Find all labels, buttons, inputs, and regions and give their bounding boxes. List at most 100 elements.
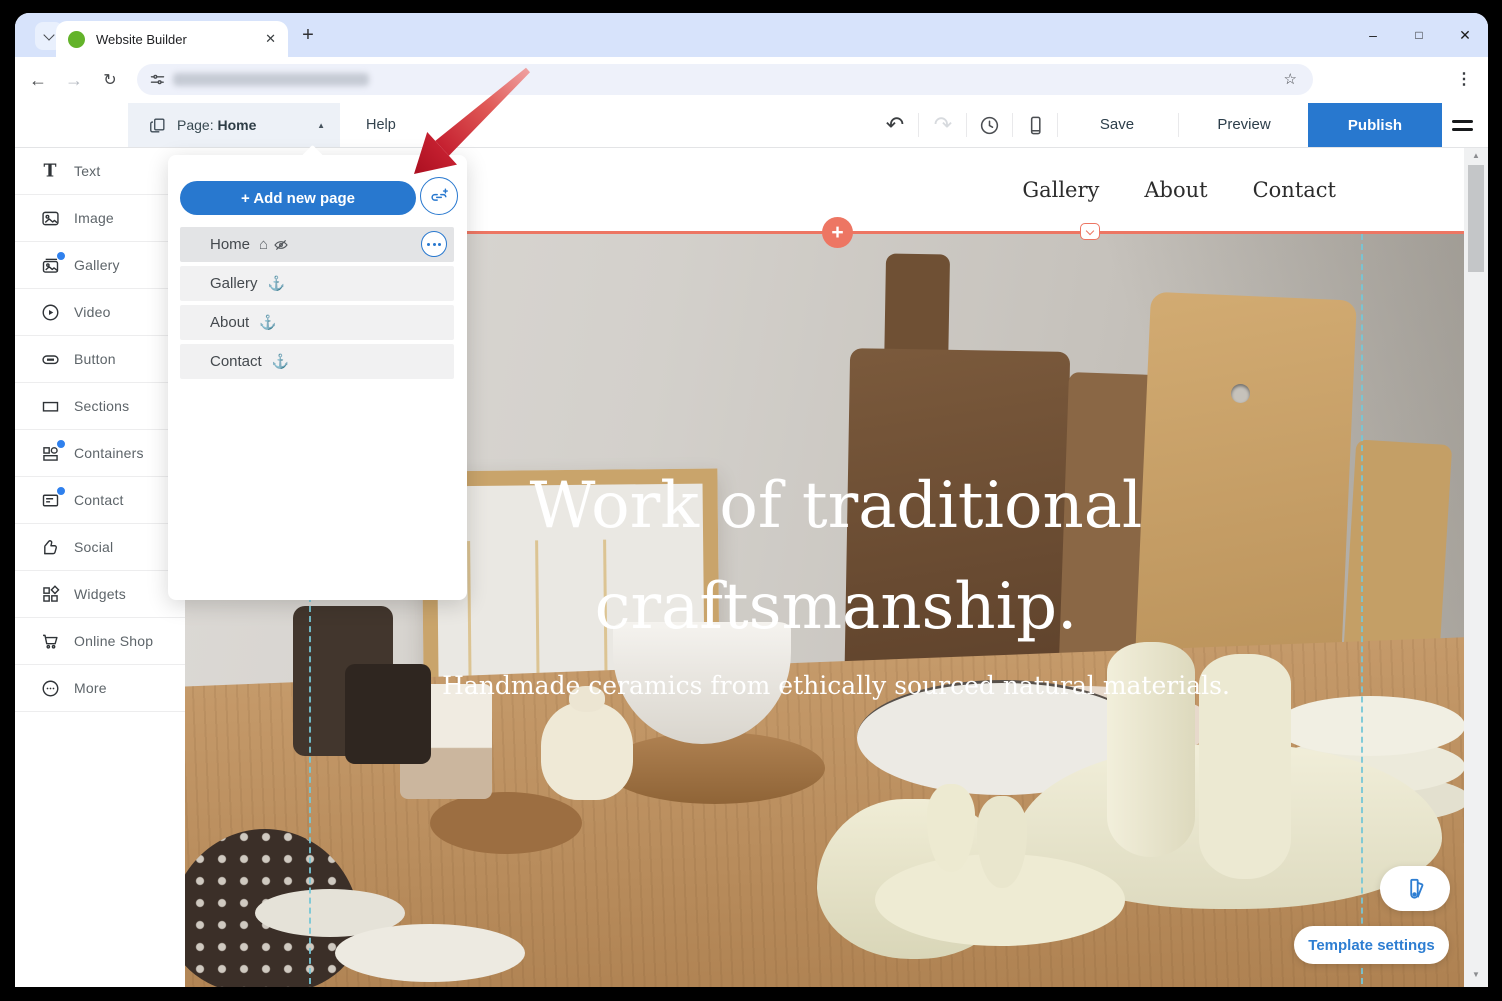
- video-icon: [39, 301, 61, 323]
- page-label: Page:: [177, 117, 217, 133]
- new-tab-button[interactable]: +: [296, 23, 320, 47]
- sidebar-item-sections[interactable]: Sections: [15, 383, 185, 430]
- chevron-down-icon: [43, 29, 54, 40]
- thumbs-up-icon: [39, 536, 61, 558]
- page-row-label: About: [210, 314, 249, 331]
- sidebar-item-widgets[interactable]: Widgets: [15, 571, 185, 618]
- text-icon: T: [39, 160, 61, 182]
- tab-title: Website Builder: [96, 32, 187, 47]
- page-row-home[interactable]: Home ⌂: [180, 227, 454, 262]
- minimize-button[interactable]: –: [1350, 13, 1396, 57]
- anchor-icon: ⚓: [268, 275, 285, 292]
- toolbar-divider: [1012, 113, 1013, 137]
- sidebar-item-label: Contact: [74, 492, 124, 508]
- add-new-page-button[interactable]: + Add new page: [180, 181, 416, 215]
- sidebar-item-text[interactable]: T Text: [15, 148, 185, 195]
- page-row-about[interactable]: About ⚓: [180, 305, 454, 340]
- sidebar-item-label: Gallery: [74, 257, 120, 273]
- close-button[interactable]: ✕: [1442, 13, 1488, 57]
- contact-form-icon: [39, 489, 61, 511]
- sidebar-item-containers[interactable]: Containers: [15, 430, 185, 477]
- undo-button[interactable]: ↶: [883, 103, 907, 147]
- page-row-label: Gallery: [210, 275, 258, 292]
- mobile-view-button[interactable]: [1023, 103, 1047, 147]
- browser-menu-icon[interactable]: ⋮: [1456, 69, 1472, 89]
- widgets-icon: [39, 583, 61, 605]
- home-page-icon: ⌂: [259, 236, 268, 253]
- add-link-button[interactable]: [420, 177, 458, 215]
- forward-button: →: [59, 57, 89, 103]
- gallery-icon: [39, 254, 61, 276]
- site-nav-about[interactable]: About: [1144, 178, 1207, 202]
- sidebar-item-button[interactable]: Button: [15, 336, 185, 383]
- sidebar-item-label: Image: [74, 210, 114, 226]
- browser-window: Website Builder ✕ + – □ ✕ ← → ↻ ☆: [15, 13, 1488, 987]
- hero-heading-line1[interactable]: Work of traditional: [309, 456, 1363, 557]
- preview-button[interactable]: Preview: [1195, 103, 1293, 147]
- notification-dot: [56, 251, 66, 261]
- add-section-button[interactable]: +: [822, 217, 853, 248]
- sidebar-item-label: More: [74, 680, 107, 696]
- tab-close-icon[interactable]: ✕: [265, 31, 276, 47]
- sidebar-item-label: Widgets: [74, 586, 126, 602]
- hero-heading-line2[interactable]: craftsmanship.: [309, 557, 1363, 658]
- browser-tab[interactable]: Website Builder ✕: [56, 21, 288, 57]
- sidebar-item-online-shop[interactable]: Online Shop: [15, 618, 185, 665]
- button-icon: [39, 348, 61, 370]
- hero-subheading[interactable]: Handmade ceramics from ethically sourced…: [309, 671, 1363, 700]
- canvas-scrollbar[interactable]: ▲ ▼: [1464, 147, 1488, 987]
- photo-shape: [430, 792, 582, 854]
- sidebar-item-more[interactable]: More: [15, 665, 185, 712]
- sidebar-item-video[interactable]: Video: [15, 289, 185, 336]
- site-nav: Gallery About Contact: [1022, 147, 1336, 233]
- caret-up-icon: ▲: [317, 121, 325, 130]
- page-row-label: Contact: [210, 353, 262, 370]
- site-nav-gallery[interactable]: Gallery: [1022, 178, 1099, 202]
- browser-tab-strip: Website Builder ✕ + – □ ✕: [15, 13, 1488, 57]
- window-controls: – □ ✕: [1350, 13, 1488, 57]
- palette-icon: [1402, 876, 1428, 902]
- builder-toolbar: Page: Home ▲ Help ↶ ↷ Save Previe: [15, 103, 1488, 148]
- template-settings-button[interactable]: Template settings: [1294, 926, 1449, 964]
- sidebar-item-social[interactable]: Social: [15, 524, 185, 571]
- save-button[interactable]: Save: [1077, 103, 1157, 147]
- style-palette-button[interactable]: [1380, 866, 1450, 911]
- site-settings-icon[interactable]: [149, 71, 166, 88]
- notification-dot: [56, 486, 66, 496]
- toolbar-divider: [1057, 113, 1058, 137]
- sidebar-item-image[interactable]: Image: [15, 195, 185, 242]
- site-nav-contact[interactable]: Contact: [1253, 178, 1336, 202]
- scrollbar-thumb[interactable]: [1468, 165, 1484, 272]
- section-collapse-button[interactable]: [1080, 223, 1100, 240]
- sidebar-item-gallery[interactable]: Gallery: [15, 242, 185, 289]
- more-icon: [39, 677, 61, 699]
- reload-button[interactable]: ↻: [95, 57, 125, 103]
- url-input[interactable]: ☆: [137, 64, 1313, 95]
- blurred-url-text: [173, 73, 369, 86]
- back-button[interactable]: ←: [23, 57, 53, 103]
- page-options-button[interactable]: [421, 231, 447, 257]
- sidebar-item-contact[interactable]: Contact: [15, 477, 185, 524]
- page-row-label: Home: [210, 236, 250, 253]
- scroll-down-icon[interactable]: ▼: [1464, 970, 1488, 979]
- publish-button[interactable]: Publish: [1308, 103, 1442, 147]
- redo-button: ↷: [931, 103, 955, 147]
- photo-shape: [335, 924, 525, 982]
- svg-text:T: T: [44, 162, 57, 182]
- scroll-up-icon[interactable]: ▲: [1464, 151, 1488, 160]
- history-button[interactable]: [977, 103, 1001, 147]
- screenshot-stage: Website Builder ✕ + – □ ✕ ← → ↻ ☆: [0, 0, 1502, 1001]
- current-page-name: Home: [217, 117, 256, 133]
- hero-text-block[interactable]: Work of traditional craftsmanship. Handm…: [309, 456, 1363, 700]
- page-row-gallery[interactable]: Gallery ⚓: [180, 266, 454, 301]
- help-button[interactable]: Help: [366, 103, 396, 147]
- elements-sidebar: T Text Image Gallery: [15, 147, 185, 987]
- chevron-down-icon: [1086, 226, 1094, 234]
- page-row-contact[interactable]: Contact ⚓: [180, 344, 454, 379]
- sidebar-item-label: Online Shop: [74, 633, 153, 649]
- menu-hamburger-icon[interactable]: [1452, 120, 1473, 136]
- bookmark-star-icon[interactable]: ☆: [1284, 70, 1297, 88]
- browser-address-bar: ← → ↻ ☆ ⋮: [15, 57, 1488, 103]
- page-selector[interactable]: Page: Home ▲: [128, 103, 340, 147]
- maximize-button[interactable]: □: [1396, 13, 1442, 57]
